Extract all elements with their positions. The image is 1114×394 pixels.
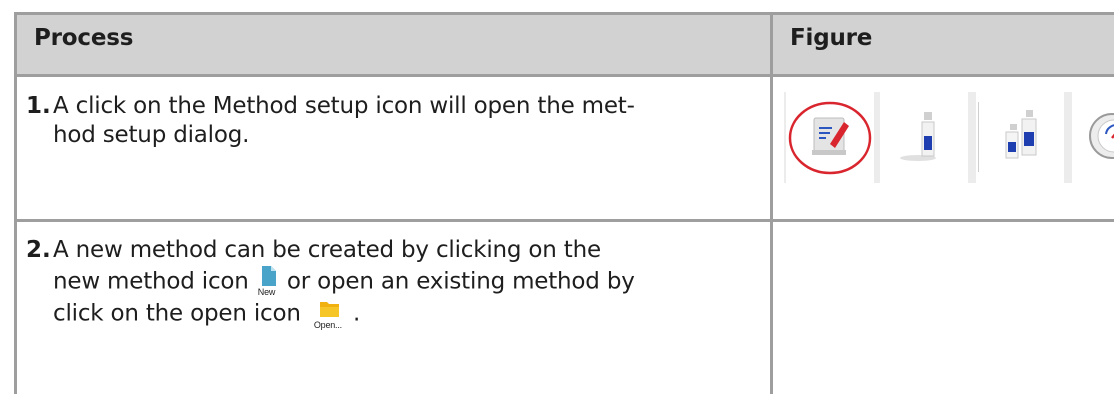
- step-number: 2.: [26, 237, 51, 263]
- row-divider: [14, 219, 1114, 222]
- method-setup-icon: [788, 101, 872, 175]
- step-text-part: .: [352, 300, 361, 327]
- step-text-line: A new method can be created by clicking …: [53, 237, 601, 263]
- two-bottles-icon: [978, 102, 1037, 172]
- open-folder-icon: [319, 302, 339, 317]
- bottle-icon: [900, 112, 936, 161]
- step-text-line: hod setup dialog.: [53, 122, 250, 148]
- gauge-icon: [1089, 113, 1114, 159]
- new-method-icon: [261, 266, 276, 286]
- process-table: Process Figure 1. A click on the Method …: [14, 12, 1114, 394]
- method-setup-tile: [786, 92, 874, 183]
- step-text-part: or open an existing method by: [286, 268, 635, 295]
- left-border: [14, 12, 17, 394]
- row-divider: [14, 74, 1114, 77]
- step-number: 1.: [26, 93, 51, 119]
- column-divider: [770, 12, 773, 394]
- header-figure: Figure: [790, 25, 873, 51]
- open-icon-label: Open...: [313, 320, 342, 330]
- step-text-part: new method icon: [53, 268, 249, 295]
- toolbar-figure: [784, 92, 1114, 183]
- open-method-icon-group: Open...: [314, 294, 346, 334]
- bottle-tile: [880, 92, 968, 183]
- table-header: Process Figure: [14, 12, 1114, 74]
- two-bottles-tile: [976, 92, 1064, 183]
- step-text-part: click on the open icon: [53, 300, 301, 327]
- gauge-tile: [1072, 92, 1114, 183]
- step-text-line: A click on the Method setup icon will op…: [53, 93, 635, 119]
- header-process: Process: [34, 25, 134, 51]
- step-text-line: click on the open icon Open... .: [53, 294, 360, 334]
